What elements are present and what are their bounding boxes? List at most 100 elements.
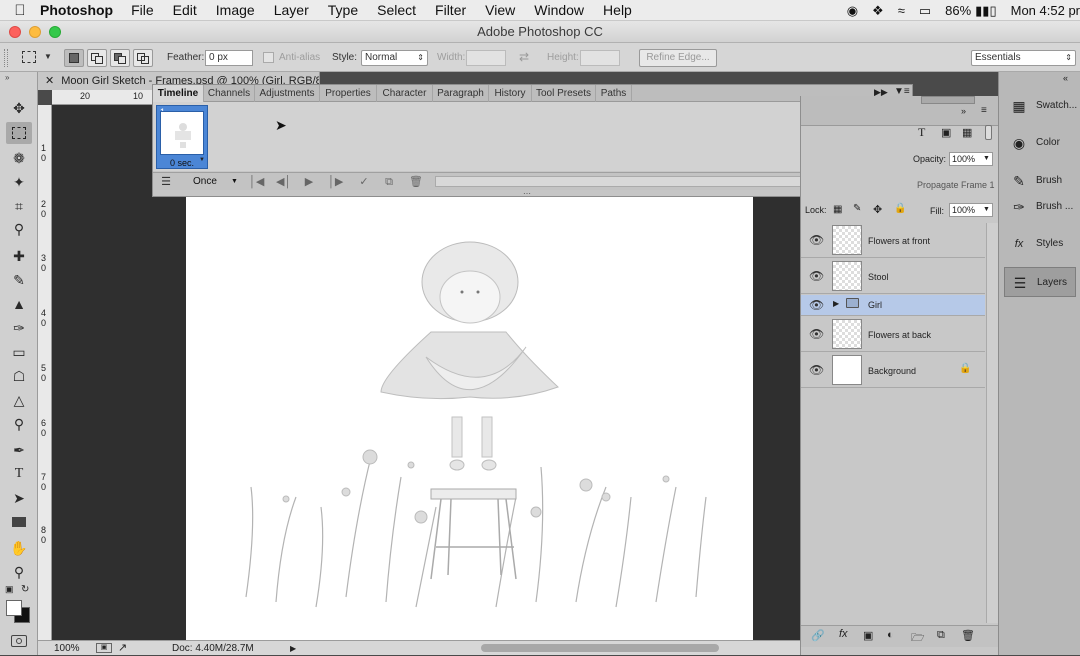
- visibility-eye-icon[interactable]: 👁: [809, 269, 824, 283]
- default-colors-icon[interactable]: ▣: [5, 584, 14, 595]
- layers-scrollbar[interactable]: [986, 223, 998, 623]
- tab-channels[interactable]: Channels: [204, 85, 255, 102]
- dodge-tool-icon[interactable]: ⚲: [6, 413, 32, 435]
- path-selection-tool-icon[interactable]: ➤: [6, 487, 32, 509]
- filter-type-icon[interactable]: T: [918, 125, 925, 140]
- first-frame-icon[interactable]: │◀: [249, 174, 264, 190]
- paint-bucket-tool-icon[interactable]: ☖: [6, 365, 32, 387]
- status-menu-arrow-icon[interactable]: ▶: [290, 641, 296, 656]
- menu-file[interactable]: File: [131, 2, 154, 18]
- lock-image-icon[interactable]: ✎: [853, 203, 861, 214]
- zoom-tool-icon[interactable]: ⚲: [6, 561, 32, 583]
- propagate-frame-label[interactable]: Propagate Frame 1: [917, 180, 995, 190]
- magic-wand-tool-icon[interactable]: ✦: [6, 171, 32, 193]
- layer-row[interactable]: 👁 Background 🔒: [801, 353, 985, 388]
- add-mask-icon[interactable]: ▣: [863, 629, 873, 642]
- menu-type[interactable]: Type: [328, 2, 358, 18]
- tab-character[interactable]: Character: [377, 85, 433, 102]
- antialias-checkbox[interactable]: [263, 52, 274, 63]
- menu-filter[interactable]: Filter: [435, 2, 466, 18]
- layer-row[interactable]: 👁 Flowers at front: [801, 223, 985, 258]
- convert-to-video-timeline-icon[interactable]: ☰: [158, 174, 174, 190]
- clone-stamp-tool-icon[interactable]: ▲: [6, 293, 32, 315]
- layer-style-icon[interactable]: fx: [839, 628, 848, 640]
- lock-position-icon[interactable]: ✥: [873, 203, 882, 216]
- menu-edit[interactable]: Edit: [173, 2, 197, 18]
- previous-frame-icon[interactable]: ◀│: [276, 174, 291, 190]
- dock-swatches[interactable]: ▦ Swatch...: [1004, 91, 1077, 121]
- layer-row[interactable]: 👁 Flowers at back: [801, 317, 985, 352]
- collapse-layers-icon[interactable]: »: [961, 106, 966, 116]
- menu-view[interactable]: View: [485, 2, 515, 18]
- refine-edge-button[interactable]: Refine Edge...: [639, 49, 717, 67]
- tab-paths[interactable]: Paths: [596, 85, 632, 102]
- new-layer-icon[interactable]: ⧉: [937, 629, 945, 642]
- artboard[interactable]: [186, 197, 753, 640]
- menu-select[interactable]: Select: [377, 2, 416, 18]
- zoom-level[interactable]: 100%: [54, 641, 80, 656]
- feather-input[interactable]: 0 px: [205, 50, 253, 66]
- swap-colors-icon[interactable]: ↻: [21, 584, 29, 595]
- menu-help[interactable]: Help: [603, 2, 632, 18]
- workspace-select[interactable]: Essentials ⇕: [971, 50, 1076, 66]
- new-group-icon[interactable]: 🗁: [911, 629, 925, 648]
- clock[interactable]: Mon 4:52 pr: [1011, 3, 1080, 18]
- minimize-window-icon[interactable]: [29, 26, 41, 38]
- type-tool-icon[interactable]: T: [6, 463, 32, 485]
- menu-layer[interactable]: Layer: [274, 2, 309, 18]
- lasso-tool-icon[interactable]: ❁: [6, 147, 32, 169]
- app-menu[interactable]: Photoshop: [40, 2, 113, 18]
- intersect-selection-button[interactable]: [133, 49, 153, 67]
- opacity-input[interactable]: 100% ▼: [949, 152, 993, 166]
- next-frame-icon[interactable]: │▶: [328, 174, 343, 190]
- collapse-tools-icon[interactable]: »: [5, 73, 9, 82]
- frame-delay-arrow-icon[interactable]: ▼: [199, 157, 205, 163]
- subtract-selection-button[interactable]: [110, 49, 130, 67]
- dock-styles[interactable]: fx Styles: [1004, 229, 1076, 259]
- link-layers-icon[interactable]: 🔗: [811, 629, 825, 642]
- blur-tool-icon[interactable]: △: [6, 389, 32, 411]
- move-tool-icon[interactable]: ✥: [6, 97, 32, 119]
- swap-dimensions-icon[interactable]: ⇄: [519, 50, 529, 64]
- rectangle-tool-icon[interactable]: [6, 511, 32, 533]
- new-selection-button[interactable]: [64, 49, 84, 67]
- delete-layer-icon[interactable]: 🗑: [961, 629, 975, 642]
- share-icon[interactable]: ↗: [118, 641, 127, 656]
- layer-kind-filter[interactable]: [921, 96, 975, 104]
- loop-select[interactable]: Once ▼: [179, 174, 241, 189]
- visibility-eye-icon[interactable]: 👁: [809, 233, 824, 247]
- layers-panel-menu-icon[interactable]: ≡: [981, 105, 987, 116]
- horizontal-scrollbar-thumb[interactable]: [481, 644, 719, 652]
- tab-paragraph[interactable]: Paragraph: [433, 85, 489, 102]
- foreground-color-swatch[interactable]: [6, 600, 22, 616]
- close-document-icon[interactable]: ✕: [45, 75, 54, 87]
- healing-brush-tool-icon[interactable]: ✚: [6, 245, 32, 267]
- frame-delay[interactable]: 0 sec.: [170, 158, 194, 168]
- preview-icon[interactable]: ▣: [96, 643, 112, 653]
- fill-input[interactable]: 100% ▼: [949, 203, 993, 217]
- eraser-tool-icon[interactable]: ▭: [6, 341, 32, 363]
- tab-properties[interactable]: Properties: [320, 85, 377, 102]
- play-icon[interactable]: ▶: [302, 174, 316, 190]
- dropbox-icon[interactable]: ❖: [872, 3, 884, 19]
- crop-tool-icon[interactable]: ⌗: [6, 195, 32, 217]
- battery-icon[interactable]: ▮▮▯: [975, 3, 996, 19]
- visibility-eye-icon[interactable]: 👁: [809, 298, 824, 312]
- layer-row[interactable]: 👁 Stool: [801, 259, 985, 294]
- tab-history[interactable]: History: [489, 85, 532, 102]
- filter-shape-icon[interactable]: ▣: [941, 126, 951, 139]
- tab-timeline[interactable]: Timeline: [153, 85, 204, 102]
- zoom-window-icon[interactable]: [49, 26, 61, 38]
- expand-group-icon[interactable]: ▶: [833, 299, 839, 308]
- pen-tool-icon[interactable]: ✒: [6, 439, 32, 461]
- layer-row-selected[interactable]: 👁 ▶ Girl: [801, 295, 985, 316]
- close-window-icon[interactable]: [9, 26, 21, 38]
- preset-dropdown-arrow-icon[interactable]: ▼: [44, 52, 52, 61]
- delete-frame-icon[interactable]: 🗑: [409, 174, 423, 190]
- wifi-icon[interactable]: ≈: [898, 3, 905, 18]
- visibility-eye-icon[interactable]: 👁: [809, 327, 824, 341]
- lock-all-icon[interactable]: 🔒: [894, 203, 906, 214]
- expand-dock-icon[interactable]: «: [1063, 73, 1068, 83]
- height-input[interactable]: [580, 50, 620, 66]
- duplicate-frame-icon[interactable]: ⧉: [382, 174, 396, 190]
